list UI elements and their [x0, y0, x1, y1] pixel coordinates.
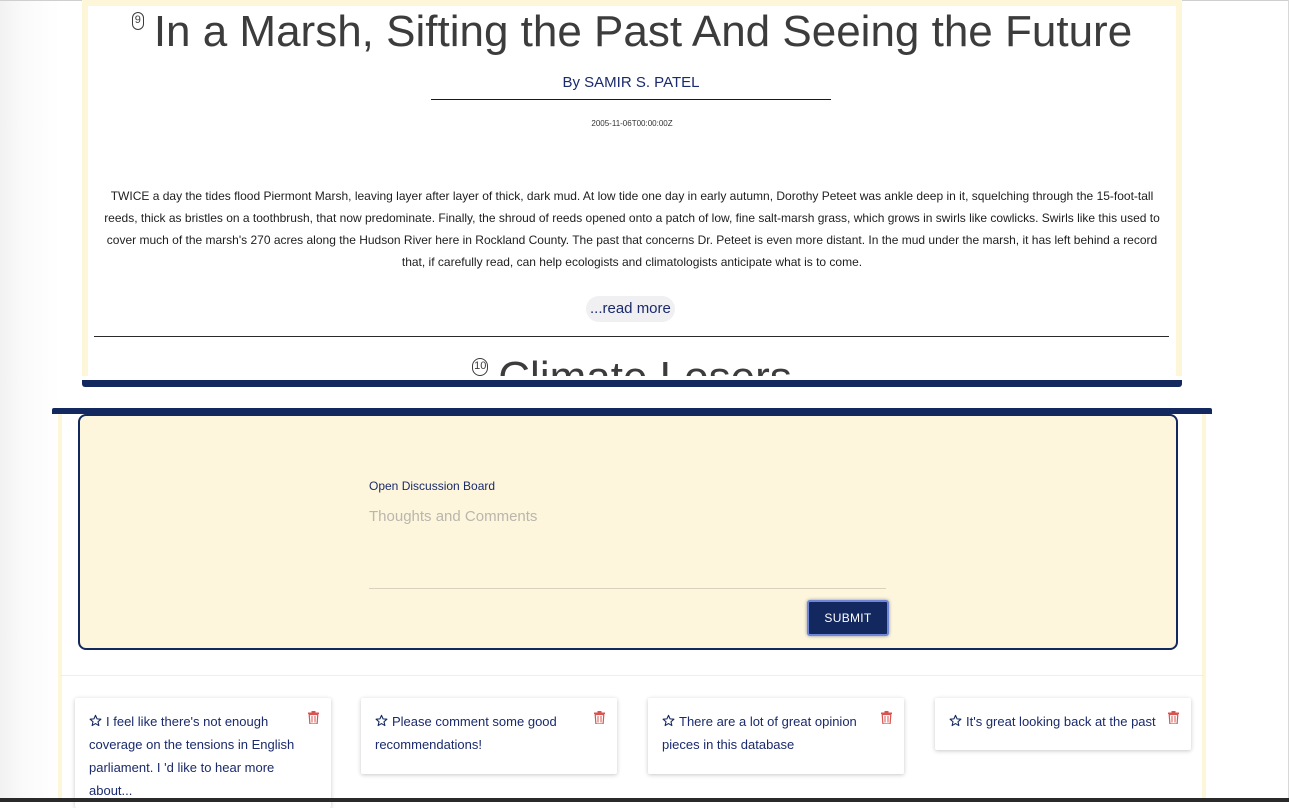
- star-outline-icon[interactable]: [949, 714, 962, 727]
- trash-icon[interactable]: [594, 711, 605, 724]
- comment-text: Please comment some good recommendations…: [375, 714, 557, 752]
- comment-text: I feel like there's not enough coverage …: [89, 714, 295, 798]
- discussion-board-label: Open Discussion Board: [369, 479, 496, 493]
- article-byline: By SAMIR S. PATEL: [431, 74, 831, 100]
- read-more-button[interactable]: ...read more: [586, 296, 675, 322]
- next-article-title[interactable]: 10 Climate Losers: [88, 356, 1176, 376]
- comment-card[interactable]: I feel like there's not enough coverage …: [75, 698, 331, 808]
- next-article-number-badge: 10: [472, 358, 489, 376]
- star-outline-icon[interactable]: [375, 714, 388, 727]
- star-outline-icon[interactable]: [89, 714, 102, 727]
- bottom-border: [0, 798, 1289, 802]
- article-date: 2005-11-06T00:00:00Z: [591, 119, 673, 128]
- trash-icon[interactable]: [1168, 711, 1179, 724]
- comment-text: It's great looking back at the past: [966, 714, 1156, 729]
- comment-text: There are a lot of great opinion pieces …: [662, 714, 857, 752]
- trash-icon[interactable]: [308, 711, 319, 724]
- comment-card[interactable]: It's great looking back at the past: [935, 698, 1191, 750]
- article-abstract: TWICE a day the tides flood Piermont Mar…: [104, 189, 1160, 269]
- comment-card[interactable]: Please comment some good recommendations…: [361, 698, 617, 774]
- star-outline-icon[interactable]: [662, 714, 675, 727]
- comment-input[interactable]: [369, 508, 886, 589]
- article-panel-bottom-bar: [82, 380, 1182, 387]
- next-article-title-text: Climate Losers: [498, 353, 791, 377]
- article-list-panel[interactable]: 9 In a Marsh, Sifting the Past And Seeing…: [82, 0, 1182, 376]
- comment-card[interactable]: There are a lot of great opinion pieces …: [648, 698, 904, 774]
- article-title[interactable]: 9 In a Marsh, Sifting the Past And Seeing…: [88, 10, 1176, 54]
- submit-button[interactable]: SUBMIT: [807, 600, 889, 636]
- article-number-badge: 9: [131, 12, 144, 30]
- discussion-form: Open Discussion Board SUBMIT: [78, 414, 1178, 650]
- article-title-text: In a Marsh, Sifting the Past And Seeing …: [153, 7, 1133, 56]
- article-divider: [94, 336, 1169, 337]
- left-background: [0, 0, 60, 802]
- trash-icon[interactable]: [881, 711, 892, 724]
- section-separator: [60, 675, 1204, 676]
